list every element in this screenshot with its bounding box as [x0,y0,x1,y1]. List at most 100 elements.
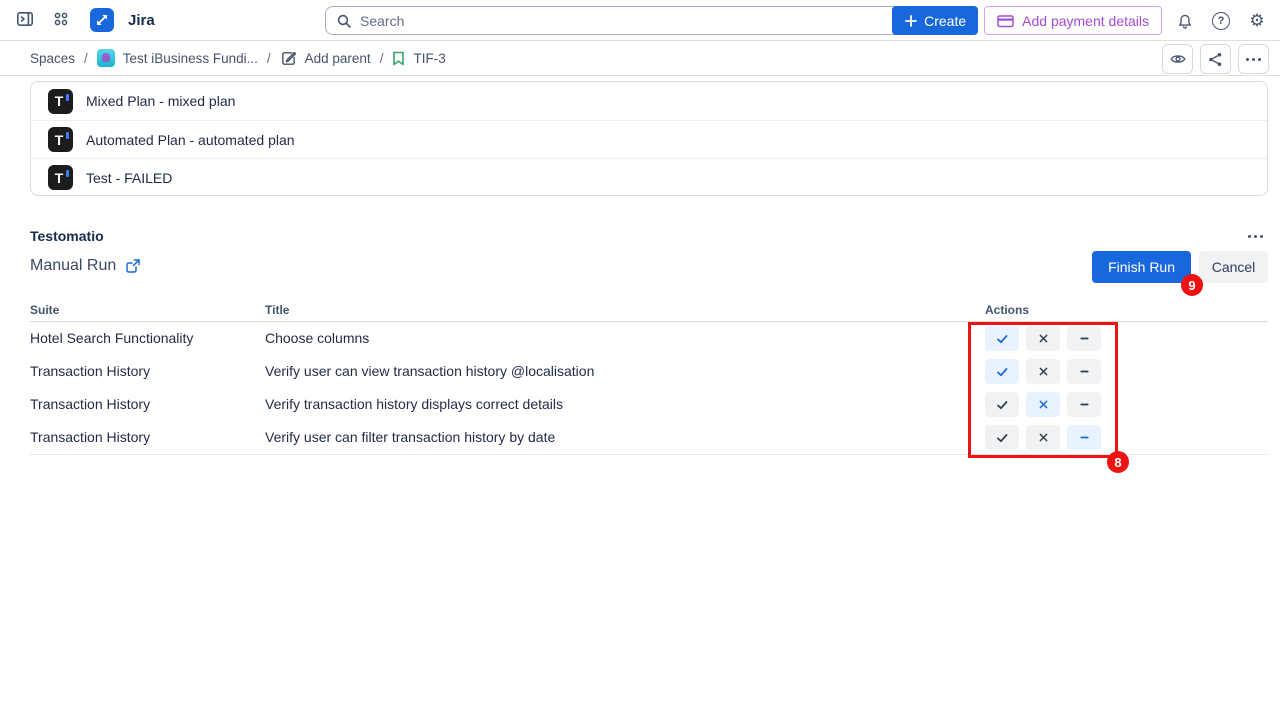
jira-mark-icon [93,11,111,29]
title-cell: Verify user can filter transaction histo… [265,429,555,445]
pass-button[interactable] [985,392,1019,417]
help-button[interactable]: ? [1206,6,1236,36]
top-navigation-bar: Jira Create [0,0,1280,41]
app-switcher-button[interactable] [46,5,76,35]
minus-icon [1078,365,1091,378]
table-row: Transaction History Verify transaction h… [0,388,1280,421]
plus-icon [904,14,918,28]
sidebar-toggle-button[interactable] [10,5,40,35]
watch-button[interactable] [1162,44,1193,74]
plan-row-test-failed[interactable]: T Test - FAILED [31,158,1267,196]
breadcrumb: Spaces / Test iBusiness Fundi... / Add p… [0,41,1280,76]
breadcrumb-add-parent-label: Add parent [305,51,371,66]
global-search[interactable] [325,6,901,35]
plan-label: Test - FAILED [86,170,172,186]
app-grid-icon [52,10,70,31]
pass-button[interactable] [985,326,1019,351]
ellipsis-icon [1248,235,1263,238]
create-button[interactable]: Create [892,6,978,35]
notifications-button[interactable] [1170,6,1200,36]
fail-button[interactable] [1026,359,1060,384]
suite-cell: Transaction History [30,363,150,379]
title-cell: Verify transaction history displays corr… [265,396,563,412]
testomatio-logo-icon: T [48,165,73,190]
fail-button[interactable] [1026,425,1060,450]
suite-cell: Transaction History [30,396,150,412]
suite-cell: Hotel Search Functionality [30,330,193,346]
column-header-suite: Suite [30,303,59,317]
check-icon [995,365,1009,379]
column-header-title: Title [265,303,289,317]
x-icon [1037,398,1050,411]
bookmark-icon [392,51,405,66]
external-link-icon[interactable] [125,258,141,274]
jira-logo[interactable] [90,8,114,32]
breadcrumb-page-label: TIF-3 [413,51,445,66]
table-row: Hotel Search Functionality Choose column… [0,322,1280,355]
settings-button[interactable]: ⚙ [1242,6,1272,36]
skip-button[interactable] [1067,392,1101,417]
create-button-label: Create [924,13,966,29]
plan-label: Mixed Plan - mixed plan [86,93,235,109]
skip-button[interactable] [1067,326,1101,351]
fail-button[interactable] [1026,326,1060,351]
skip-button[interactable] [1067,425,1101,450]
title-cell: Verify user can view transaction history… [265,363,594,379]
breadcrumb-add-parent[interactable]: Add parent [280,50,371,67]
space-avatar [97,49,115,67]
bell-icon [1176,12,1194,30]
pass-button[interactable] [985,359,1019,384]
share-button[interactable] [1200,44,1231,74]
help-icon: ? [1212,12,1230,30]
breadcrumb-separator: / [84,51,88,66]
panel-title: Testomatio [30,228,104,244]
app-name: Jira [128,12,155,29]
x-icon [1037,431,1050,444]
test-plans-card: T Mixed Plan - mixed plan T Automated Pl… [30,81,1268,196]
jira-page: Jira Create [0,0,1280,720]
x-icon [1037,365,1050,378]
ellipsis-icon [1246,58,1261,61]
cancel-button[interactable]: Cancel [1199,251,1268,283]
run-name: Manual Run [30,257,116,275]
gear-icon: ⚙ [1249,12,1264,29]
finish-run-button[interactable]: Finish Run [1092,251,1191,283]
testomatio-logo-icon: T [48,127,73,152]
breadcrumb-separator: / [380,51,384,66]
plan-row-automated[interactable]: T Automated Plan - automated plan [31,120,1267,158]
breadcrumb-separator: / [267,51,271,66]
breadcrumb-spaces[interactable]: Spaces [30,51,75,66]
add-payment-details-button[interactable]: Add payment details [984,6,1162,35]
table-row: Transaction History Verify user can filt… [0,421,1280,454]
credit-card-icon [997,14,1014,28]
more-actions-button[interactable] [1238,44,1269,74]
pass-button[interactable] [985,425,1019,450]
panel-more-button[interactable] [1244,228,1266,244]
title-cell: Choose columns [265,330,369,346]
page-actions [1162,44,1269,74]
check-icon [995,398,1009,412]
minus-icon [1078,398,1091,411]
topbar-right-cluster: Create Add payment details [892,6,1272,35]
manual-run-row: Manual Run [30,257,141,275]
suite-cell: Transaction History [30,429,150,445]
search-input[interactable] [360,13,890,29]
testomatio-logo-icon: T [48,89,73,114]
fail-button[interactable] [1026,392,1060,417]
check-icon [995,431,1009,445]
plan-label: Automated Plan - automated plan [86,132,295,148]
payment-button-label: Add payment details [1022,13,1149,29]
column-header-actions: Actions [985,303,1029,317]
minus-icon [1078,431,1091,444]
share-icon [1207,51,1224,68]
edit-icon [280,50,297,67]
table-bottom-divider [30,454,1268,455]
breadcrumb-space[interactable]: Test iBusiness Fundi... [97,49,258,67]
table-row: Transaction History Verify user can view… [0,355,1280,388]
search-icon [336,13,352,29]
breadcrumb-page[interactable]: TIF-3 [392,51,445,66]
eye-icon [1169,50,1187,68]
skip-button[interactable] [1067,359,1101,384]
sidebar-expand-icon [15,9,35,32]
plan-row-mixed[interactable]: T Mixed Plan - mixed plan [31,82,1267,120]
